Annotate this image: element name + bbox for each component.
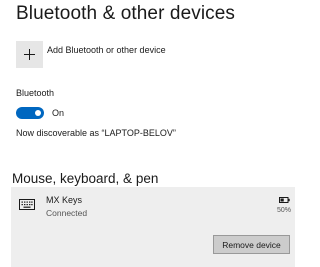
discoverable-text: Now discoverable as “LAPTOP-BELOV”: [16, 128, 176, 138]
toggle-state-label: On: [52, 108, 65, 118]
bluetooth-toggle-row: On: [16, 107, 64, 119]
page-title: Bluetooth & other devices: [16, 3, 236, 24]
device-name: MX Keys: [46, 195, 83, 205]
section-header: Mouse, keyboard, & pen: [12, 171, 159, 186]
plus-icon: [24, 49, 35, 60]
bluetooth-label: Bluetooth: [16, 88, 55, 98]
toggle-knob: [35, 110, 41, 116]
remove-device-button[interactable]: Remove device: [213, 235, 290, 254]
device-card[interactable]: MX Keys Connected 50% Remove device: [11, 187, 295, 267]
add-tile[interactable]: [16, 41, 43, 68]
bluetooth-toggle[interactable]: [16, 107, 44, 119]
battery-icon: [279, 197, 290, 203]
add-device-button[interactable]: Add Bluetooth or other device: [16, 41, 166, 68]
device-status: Connected: [46, 208, 88, 218]
add-device-label[interactable]: Add Bluetooth or other device: [47, 45, 166, 55]
battery-percent: 50%: [277, 207, 292, 214]
keyboard-icon: [19, 199, 35, 210]
